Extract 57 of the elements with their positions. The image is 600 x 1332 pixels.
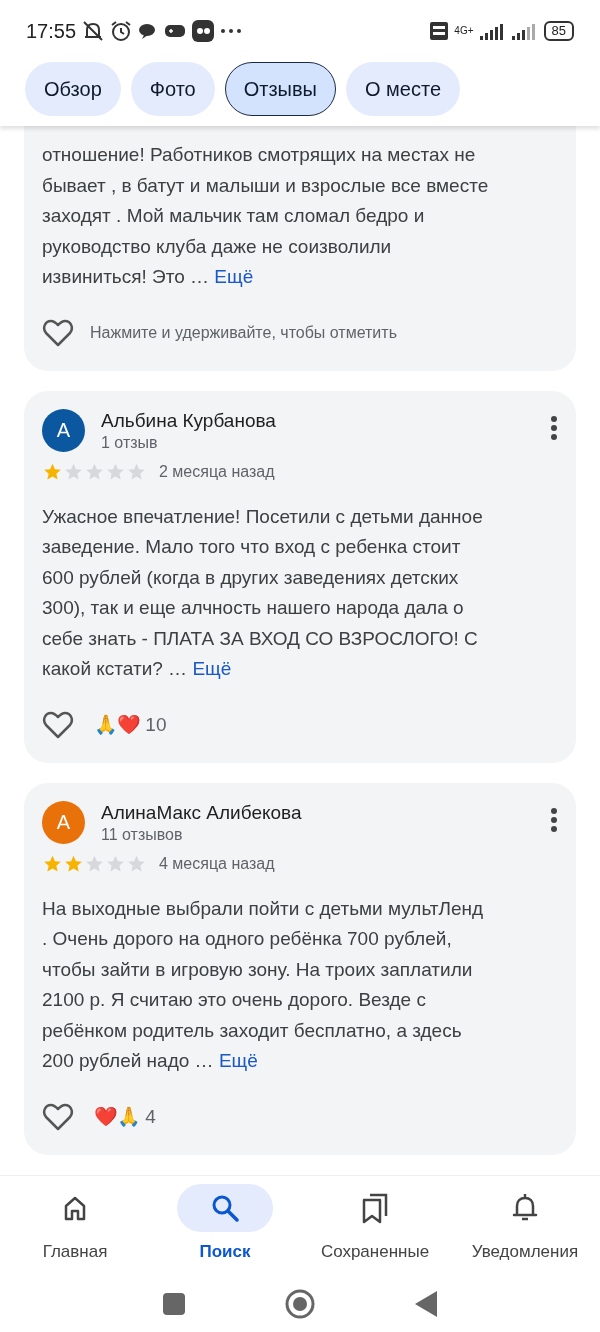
clock-time: 17:55 xyxy=(26,19,77,43)
avatar: А xyxy=(42,800,85,844)
star-icon xyxy=(63,853,84,874)
empty-star-icon xyxy=(105,853,126,874)
review-text: На выходные выбрали пойти с детьми мультЛенд . Очень дорого на одного ребёнка 700 рублей, чтобы зайти в игровую зону. На троих заплатили 2100 р. Я считаю это очень дорого. Везде с ребёнком родитель заходит бесплатно, а здесь 200 рублей надо … Ещё xyxy=(42,896,485,1073)
review-text: Ужасное впечатление! Посетили с детьми данное заведение. Мало того что вход с ребенка стоит 600 рублей (когда в других заведениях детских 300), так и еще алчность нашего народа дала о себе знать - ПЛАТА ЗА ВХОД СО ВЗРОСЛОГО! С какой кстати? … Ещё xyxy=(42,504,484,681)
reaction-count: 4 xyxy=(145,1105,156,1128)
nav-item[interactable]: Уведомления xyxy=(450,1176,600,1276)
review-text: отношение! Работников смотрящих на местах не бывает , в батут и малыши и взрослые все вместе заходят . Мой мальчик там сломал бедро и руководство клуба даже не соизволили извиниться! Это … Ещё xyxy=(42,143,490,289)
heart-outline-icon[interactable] xyxy=(42,1102,74,1131)
tab[interactable]: Отзывы xyxy=(224,62,336,116)
reaction-count: 10 xyxy=(145,713,167,736)
more-options-icon[interactable] xyxy=(550,414,558,441)
review-count: 11 отзывов xyxy=(101,825,184,844)
more-icon xyxy=(220,28,243,34)
nav-item[interactable]: Поиск xyxy=(150,1176,300,1276)
home-button-icon[interactable] xyxy=(285,1288,315,1319)
app-icon xyxy=(192,20,215,42)
network-type: 4G+ xyxy=(454,26,474,36)
avatar: А xyxy=(42,408,85,452)
tab[interactable]: Обзор xyxy=(25,62,121,116)
reaction-emoji: 🙏❤ xyxy=(94,713,142,736)
bell-off-icon xyxy=(82,20,105,42)
empty-star-icon xyxy=(63,461,84,482)
star-icon xyxy=(42,461,63,482)
review-date: 2 месяца назад xyxy=(159,462,275,481)
recents-icon[interactable] xyxy=(163,1292,185,1315)
empty-star-icon xyxy=(84,461,105,482)
more-link[interactable]: Ещё xyxy=(214,266,254,287)
star-icon xyxy=(42,853,63,874)
more-link[interactable]: Ещё xyxy=(192,658,232,679)
battery-level: 85 xyxy=(543,21,574,41)
author-name: Альбина Курбанова xyxy=(101,409,277,432)
reaction-emoji: ❤🙏 xyxy=(94,1105,142,1128)
empty-star-icon xyxy=(84,853,105,874)
nav-item[interactable]: Сохраненные xyxy=(300,1176,450,1276)
like-hint: Нажмите и удерживайте, чтобы отметить xyxy=(90,323,397,342)
empty-star-icon xyxy=(105,461,126,482)
empty-star-icon xyxy=(126,853,147,874)
tab[interactable]: Фото xyxy=(130,62,215,116)
review-date: 4 месяца назад xyxy=(159,854,275,873)
signal-icon xyxy=(479,22,506,40)
back-icon[interactable] xyxy=(415,1290,437,1317)
bookmarks-icon xyxy=(361,1192,389,1224)
gamepad-icon xyxy=(164,23,187,39)
alarm-icon xyxy=(110,20,133,42)
signal-icon xyxy=(511,22,538,40)
empty-star-icon xyxy=(126,461,147,482)
more-link[interactable]: Ещё xyxy=(218,1050,258,1071)
tab[interactable]: О месте xyxy=(346,62,461,116)
heart-outline-icon[interactable] xyxy=(42,710,74,739)
search-icon xyxy=(210,1193,240,1223)
review-count: 1 отзыв xyxy=(101,433,159,452)
nav-item[interactable]: Главная xyxy=(0,1176,150,1276)
heart-outline-icon[interactable] xyxy=(42,318,74,347)
author-name: АлинаМакс Алибекова xyxy=(101,801,303,824)
more-options-icon[interactable] xyxy=(550,806,558,833)
